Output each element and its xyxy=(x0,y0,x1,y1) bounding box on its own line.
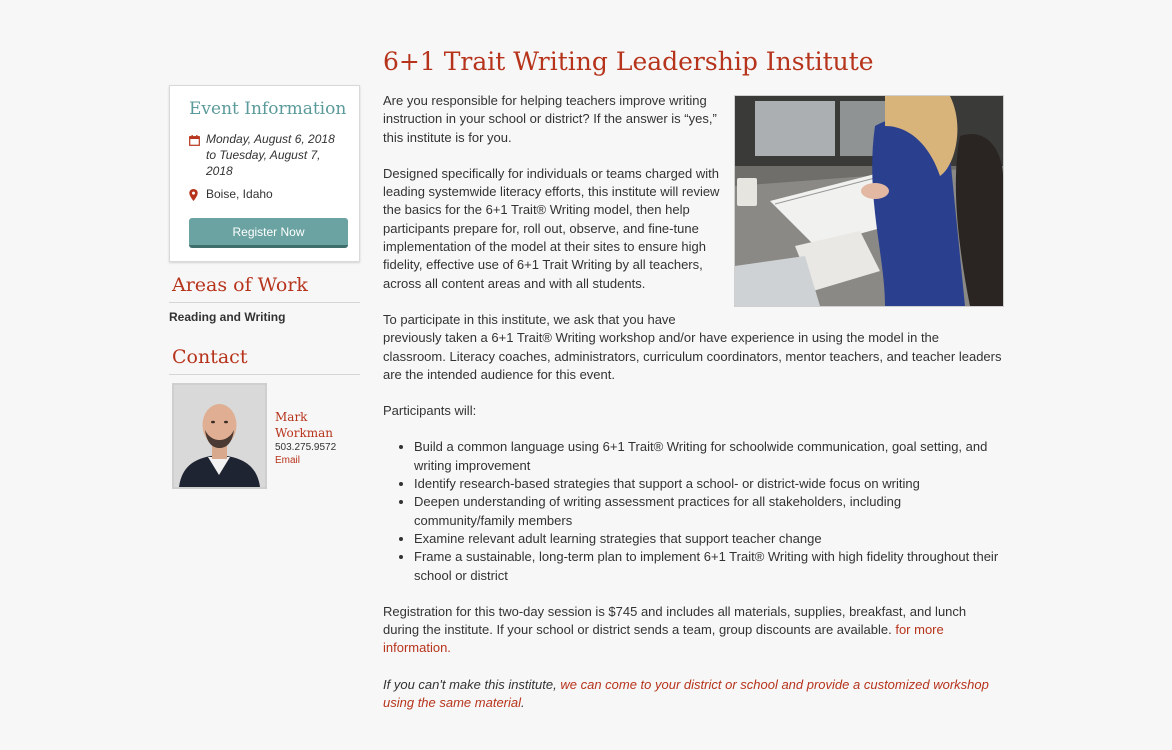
participate-paragraph: To participate in this institute, we ask… xyxy=(383,311,1002,382)
event-location: Boise, Idaho xyxy=(206,187,273,201)
event-info-title: Event Information xyxy=(189,99,347,119)
page-title: 6+1 Trait Writing Leadership Institute xyxy=(383,47,874,76)
contact-email-link[interactable]: Email xyxy=(275,455,336,466)
custom-workshop-paragraph: If you can't make this institute, we can… xyxy=(383,676,989,711)
event-date: Monday, August 6, 2018 to Tuesday, Augus… xyxy=(206,132,335,178)
contact-photo xyxy=(172,383,267,489)
registration-paragraph: Registration for this two-day session is… xyxy=(383,603,967,656)
calendar-icon xyxy=(189,131,206,151)
map-pin-icon xyxy=(189,186,206,206)
list-item: Build a common language using 6+1 Trait®… xyxy=(414,438,1005,475)
list-item: Frame a sustainable, long-term plan to i… xyxy=(414,548,1005,585)
register-now-button[interactable]: Register Now xyxy=(189,218,348,248)
list-item: Deepen understanding of writing assessme… xyxy=(414,493,1005,530)
event-date-row: Monday, August 6, 2018 to Tuesday, Augus… xyxy=(189,131,347,179)
area-item-reading-writing[interactable]: Reading and Writing xyxy=(169,310,360,324)
list-item: Identify research-based strategies that … xyxy=(414,475,1005,493)
design-paragraph: Designed specifically for individuals or… xyxy=(383,165,720,291)
contact-heading: Contact xyxy=(169,334,360,375)
participants-intro: Participants will: xyxy=(383,403,477,419)
contact-name[interactable]: Mark Workman xyxy=(275,409,336,441)
sidebar: Event Information Monday, August 6, 2018… xyxy=(169,85,360,489)
contact-phone: 503.275.9572 xyxy=(275,442,337,453)
areas-of-work-heading: Areas of Work xyxy=(169,262,360,303)
event-location-row: Boise, Idaho xyxy=(189,186,347,206)
event-info-box: Event Information Monday, August 6, 2018… xyxy=(169,85,360,262)
contact-info: Mark Workman 503.275.9572 Email xyxy=(267,383,336,489)
list-item: Examine relevant adult learning strategi… xyxy=(414,530,1005,548)
intro-paragraph: Are you responsible for helping teachers… xyxy=(383,93,717,145)
participants-list: Build a common language using 6+1 Trait®… xyxy=(383,438,1005,584)
hero-image xyxy=(734,95,1004,307)
main-content: 6+1 Trait Writing Leadership Institute A… xyxy=(383,45,1005,730)
contact-card: Mark Workman 503.275.9572 Email xyxy=(172,383,360,489)
